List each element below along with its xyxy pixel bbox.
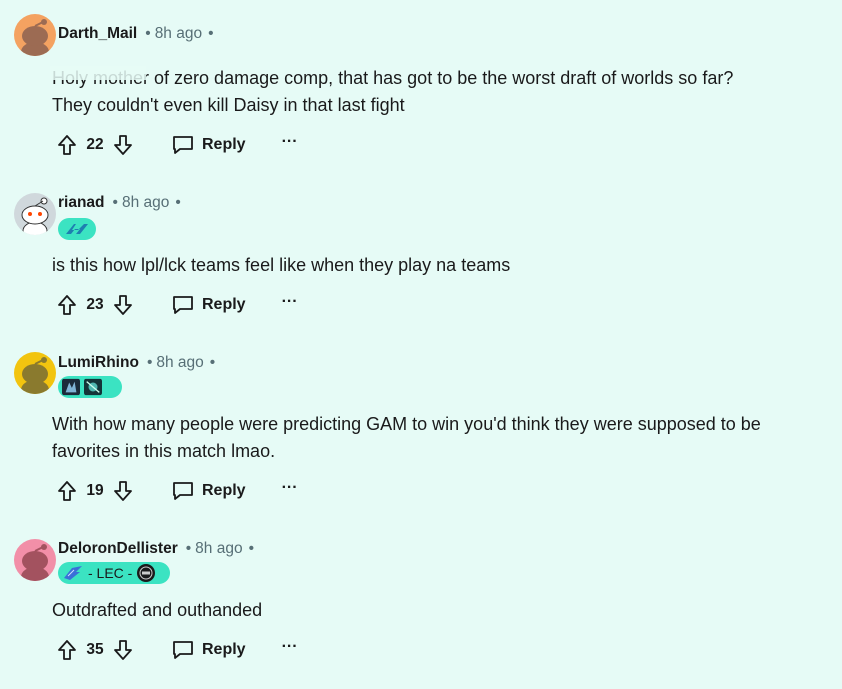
snoo-avatar-icon [14,14,56,56]
flair-text: - LEC - [88,565,133,581]
more-options-button[interactable]: ··· [282,639,298,658]
vote-score: 22 [86,136,104,153]
vote-score: 23 [86,296,104,313]
more-options-button[interactable]: ··· [282,294,298,313]
upvote-arrow-icon [58,481,76,501]
vote-score: 19 [86,482,104,499]
comment-body-line: With how many people were predicting GAM… [52,414,761,434]
comment-meta: rianad • 8h ago • [58,194,181,212]
comment-body: is this how lpl/lck teams feel like when… [52,252,822,279]
comment-actions: 23 Reply ··· [52,290,298,320]
reply-label: Reply [202,296,246,313]
snoo-avatar-icon [14,193,56,235]
comment-bubble-icon [173,482,193,500]
more-options-button[interactable]: ··· [282,480,298,499]
comment-body-line: favorites in this match lmao. [52,441,276,461]
avatar[interactable] [14,193,56,235]
reply-button[interactable]: Reply [172,481,246,501]
avatar[interactable] [14,352,56,394]
user-flair[interactable] [58,376,122,398]
timestamp[interactable]: 8h ago [155,25,202,42]
comment-meta: Darth_Mail • 8h ago • [58,25,214,43]
team-logo-icon [137,564,156,582]
comment-actions: 19 Reply ··· [52,476,298,506]
snoo-avatar-icon [14,539,56,581]
snoo-avatar-icon [14,352,56,394]
reply-button[interactable]: Reply [172,135,246,155]
redaction-overlay [50,66,146,80]
champion-portrait-1-icon [62,378,80,396]
reply-label: Reply [202,482,246,499]
username[interactable]: LumiRhino [58,354,139,371]
separator-dot: • [209,354,216,371]
avatar[interactable] [14,14,56,56]
comment-body: Holy mother of zero damage comp, that ha… [52,65,822,119]
separator-dot: • [112,194,118,211]
more-options-button[interactable]: ··· [282,134,298,153]
reply-button[interactable]: Reply [172,640,246,660]
reply-button[interactable]: Reply [172,295,246,315]
downvote-arrow-icon [114,640,132,660]
upvote-arrow-icon [58,135,76,155]
comment-meta: DeloronDellister • 8h ago • [58,540,254,558]
separator-dot: • [208,25,214,42]
timestamp[interactable]: 8h ago [195,540,242,557]
upvote-arrow-icon [58,295,76,315]
comment-bubble-icon [173,641,193,659]
username[interactable]: rianad [58,194,105,211]
upvote-button[interactable] [52,476,82,506]
upvote-arrow-icon [58,640,76,660]
comment-body-line: is this how lpl/lck teams feel like when… [52,255,511,275]
downvote-button[interactable] [108,635,138,665]
separator-dot: • [146,354,153,371]
avatar[interactable] [14,539,56,581]
separator-dot: • [145,25,151,42]
timestamp[interactable]: 8h ago [122,194,169,211]
comment-body: Outdrafted and outhanded [52,597,822,624]
username[interactable]: DeloronDellister [58,540,178,557]
comment-meta: LumiRhino • 8h ago • [58,354,215,372]
user-flair[interactable]: - LEC - [58,562,170,584]
comment-body-line: Outdrafted and outhanded [52,600,263,620]
downvote-button[interactable] [108,130,138,160]
reply-label: Reply [202,136,246,153]
vote-score: 35 [86,641,104,658]
comment-bubble-icon [173,136,193,154]
upvote-button[interactable] [52,635,82,665]
reply-label: Reply [202,641,246,658]
comment-body-line: Holy mother of zero damage comp, that ha… [52,68,734,88]
champion-portrait-2-icon [84,378,102,396]
comment-bubble-icon [173,296,193,314]
comment-body-line: They couldn't even kill Daisy in that la… [52,95,405,115]
timestamp[interactable]: 8h ago [156,354,203,371]
comment-actions: 22 Reply ··· [52,130,298,160]
downvote-arrow-icon [114,135,132,155]
upvote-button[interactable] [52,290,82,320]
separator-dot: • [248,540,255,557]
downvote-arrow-icon [114,481,132,501]
upvote-button[interactable] [52,130,82,160]
username[interactable]: Darth_Mail [58,25,137,42]
separator-dot: • [175,194,181,211]
comment-actions: 35 Reply ··· [52,635,298,665]
downvote-button[interactable] [108,290,138,320]
lec-bird-icon [64,566,82,580]
separator-dot: • [185,540,192,557]
user-flair[interactable] [58,218,96,240]
downvote-button[interactable] [108,476,138,506]
clg-logo-icon [66,224,88,234]
comment-body: With how many people were predicting GAM… [52,411,822,465]
downvote-arrow-icon [114,295,132,315]
